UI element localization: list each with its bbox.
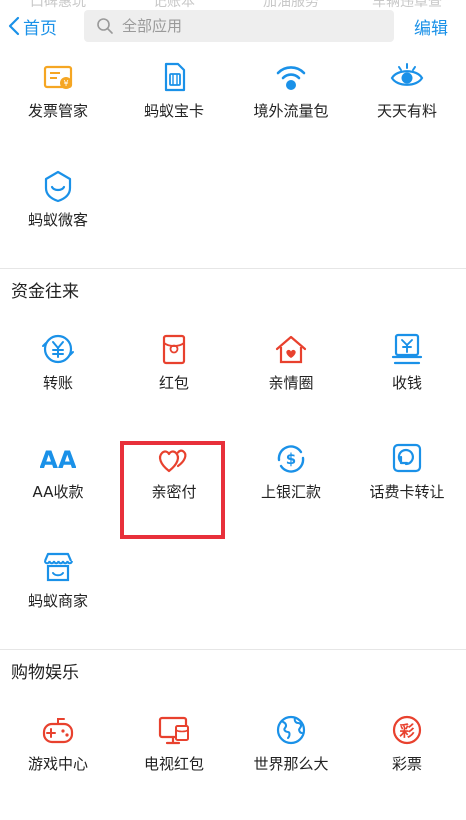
scrolled-labels-row: 口碑惠玩 记账本 加油服务 车辆违章查	[0, 0, 466, 10]
app-row: ¥ 发票管家 蚂蚁宝卡 境外流量包 天天有料	[0, 50, 466, 159]
app-item[interactable]: 蚂蚁宝卡	[116, 50, 232, 159]
section-header: 资金往来	[11, 282, 79, 302]
dollar-swirl-icon: $	[277, 445, 305, 473]
invoice-icon: ¥	[43, 65, 73, 89]
top-bar: 口碑惠玩 记账本 加油服务 车辆违章查 首页 编辑	[0, 0, 466, 50]
app-item[interactable]: 彩彩票	[349, 703, 465, 812]
section-header: 购物娱乐	[11, 663, 79, 683]
gamepad-icon	[42, 718, 74, 744]
shield-smile-icon	[44, 170, 72, 203]
app-label: 亲情圈	[268, 374, 314, 392]
app-item[interactable]: 电视红包	[116, 703, 232, 812]
app-item[interactable]: 世界那么大	[233, 703, 349, 812]
double-heart-icon	[158, 449, 187, 473]
app-item[interactable]: $ 上银汇款	[233, 431, 349, 540]
app-item[interactable]: 亲情圈	[233, 322, 349, 431]
app-label: 话费卡转让	[369, 483, 445, 501]
svg-text:AA: AA	[40, 446, 76, 474]
app-label: AA收款	[32, 483, 84, 501]
app-label: 上银汇款	[260, 483, 321, 501]
app-label: 转账	[42, 374, 73, 392]
eye-icon	[390, 63, 424, 86]
red-envelope-icon	[162, 334, 186, 365]
app-item[interactable]: ¥ 发票管家	[0, 50, 116, 159]
back-button[interactable]: 首页	[8, 12, 57, 40]
globe-icon	[276, 715, 306, 745]
search-icon	[97, 18, 113, 34]
wifi-globe-icon	[276, 66, 306, 90]
app-item[interactable]: 亲密付	[116, 431, 232, 540]
app-label: 彩票	[391, 755, 422, 773]
app-row: 蚂蚁商家	[0, 540, 466, 649]
app-item[interactable]: 收钱	[349, 322, 465, 431]
tv-envelope-icon	[158, 716, 189, 745]
app-label: 发票管家	[27, 102, 88, 120]
app-row: 转账 红包 亲情圈 收钱	[0, 322, 466, 431]
app-label: 境外流量包	[253, 102, 329, 120]
app-label: 世界那么大	[253, 755, 329, 773]
app-label: 红包	[158, 374, 189, 392]
app-label: 游戏中心	[27, 755, 88, 773]
svg-text:¥: ¥	[63, 79, 68, 88]
edit-button[interactable]: 编辑	[414, 14, 448, 39]
app-label: 蚂蚁商家	[27, 592, 88, 610]
yuan-circle-icon	[42, 334, 74, 364]
sim-card-icon	[164, 62, 186, 92]
back-label: 首页	[23, 18, 57, 39]
app-label: 天天有料	[376, 102, 437, 120]
app-item[interactable]: 境外流量包	[233, 50, 349, 159]
lottery-icon: 彩	[392, 715, 422, 745]
receive-money-icon	[391, 333, 423, 365]
app-row: 蚂蚁微客	[0, 159, 466, 268]
app-label: 亲密付	[151, 483, 197, 501]
app-item[interactable]: 蚂蚁微客	[0, 159, 116, 268]
family-house-icon	[275, 335, 307, 364]
app-item[interactable]: 游戏中心	[0, 703, 116, 812]
app-label: 电视红包	[143, 755, 204, 773]
app-row: AA AA收款 亲密付 $ 上银汇款 话费卡转让	[0, 431, 466, 540]
app-item[interactable]: AA AA收款	[0, 431, 116, 540]
app-item[interactable]: 天天有料	[349, 50, 465, 159]
app-list: ¥ 发票管家 蚂蚁宝卡 境外流量包 天天有料蚂蚁微客资金往来转账 红包 亲情圈 收钱 AA AA收…	[0, 50, 466, 812]
svg-text:彩: 彩	[398, 722, 414, 740]
app-item[interactable]: 蚂蚁商家	[0, 540, 116, 649]
svg-text:$: $	[286, 450, 296, 468]
app-label: 蚂蚁宝卡	[143, 102, 204, 120]
app-item[interactable]: 转账	[0, 322, 116, 431]
section-divider	[0, 268, 466, 279]
section-divider	[0, 649, 466, 660]
search-box[interactable]	[84, 10, 394, 42]
storefront-icon	[43, 552, 73, 582]
chevron-left-icon	[8, 16, 20, 36]
app-label: 收钱	[391, 374, 422, 392]
search-input[interactable]	[120, 16, 364, 36]
aa-icon: AA	[40, 446, 76, 474]
phone-card-icon	[392, 443, 422, 473]
app-row: 游戏中心 电视红包 世界那么大 彩彩票	[0, 703, 466, 812]
app-item[interactable]: 话费卡转让	[349, 431, 465, 540]
app-item[interactable]: 红包	[116, 322, 232, 431]
app-label: 蚂蚁微客	[27, 211, 88, 229]
